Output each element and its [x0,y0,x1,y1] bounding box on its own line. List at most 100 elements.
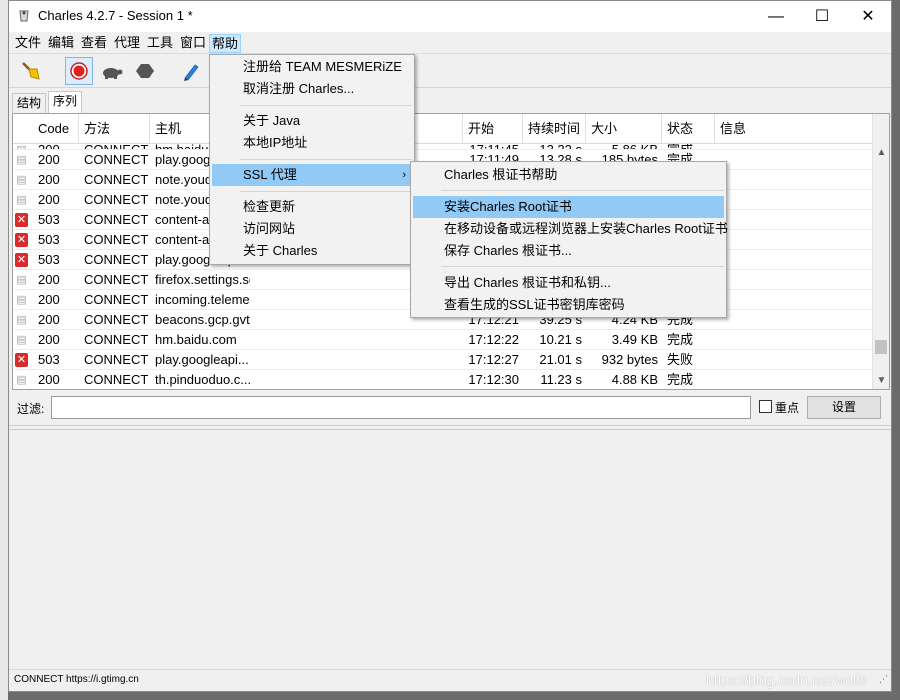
menu-edit[interactable]: 编辑 [46,34,76,53]
focus-checkbox-label[interactable]: 重点 [775,399,799,416]
menu-item-install-root-cert-mobile[interactable]: 在移动设备或远程浏览器上安装Charles Root证书 [413,218,728,240]
column-header-info[interactable]: 信息 [715,114,872,144]
cell-host: firefox.settings.services.mozilla.com [155,272,250,287]
resize-grip-icon[interactable]: ⋰ [879,674,888,685]
cell-status: 完成 [667,372,694,387]
error-status-icon: ✕ [15,253,28,267]
menu-item-unregister[interactable]: 取消注册 Charles... [212,78,412,100]
menu-item-save-root-cert[interactable]: 保存 Charles 根证书... [413,240,724,262]
cell-start: 17:12:30 [468,372,519,387]
menu-item-local-ip[interactable]: 本地IP地址 [212,132,412,154]
submenu-arrow-icon: › [402,169,406,181]
close-button[interactable]: ✕ [845,1,891,32]
column-header-status[interactable]: 状态 [662,114,715,144]
filter-settings-button[interactable]: 设置 [807,396,881,419]
cell-code: 200 [38,312,60,327]
column-header-size[interactable]: 大小 [586,114,662,144]
menu-proxy[interactable]: 代理 [112,34,142,53]
menu-item-ssl-proxying[interactable]: SSL 代理 › [212,164,412,186]
cell-method: CONNECT [84,232,149,247]
minimize-button[interactable]: — [753,1,799,32]
detail-panel [9,429,891,667]
menu-item-registered-to[interactable]: 注册给 TEAM MESMERiZE [212,56,412,78]
cell-start: 17:12:22 [468,332,519,347]
tab-sequence[interactable]: 序列 [48,91,82,113]
filter-bar: 过滤: 重点 设置 [9,392,891,426]
menu-item-export-root-cert-key[interactable]: 导出 Charles 根证书和私钥... [413,272,724,294]
scroll-down-arrow-icon[interactable]: ▼ [873,372,889,389]
menu-window[interactable]: 窗口 [178,34,208,53]
cell-code: 503 [38,352,60,367]
cell-duration: 10.21 s [539,332,582,347]
status-text: CONNECT https://i.gtimg.cn [14,674,139,685]
throttle-turtle-icon[interactable] [97,57,125,85]
menu-item-view-keystore-password[interactable]: 查看生成的SSL证书密钥库密码 [413,294,724,316]
cell-code: 200 [38,372,60,387]
cell-method: CONNECT [84,352,149,367]
menu-item-about-charles[interactable]: 关于 Charles [212,240,412,262]
cell-size: 932 bytes [601,352,658,367]
tab-structure[interactable]: 结构 [12,93,46,113]
menu-separator [441,190,724,191]
cell-status: 失败 [667,352,694,367]
lock-status-icon: ▤ [16,294,27,306]
filter-input[interactable] [51,396,751,419]
toolbar [9,54,891,88]
menu-item-root-cert-help[interactable]: Charles 根证书帮助 [413,164,724,186]
table-row[interactable]: ▤ 200 CONNECT th.pinduoduo.c... 17:12:30 11.2… [13,370,872,389]
column-header-start[interactable]: 开始 [463,114,523,144]
lock-status-icon: ▤ [16,374,27,386]
menu-item-check-updates[interactable]: 检查更新 [212,196,412,218]
cell-duration: 11.23 s [540,372,582,387]
cell-code: 503 [38,212,60,227]
menu-item-install-root-cert[interactable]: 安装Charles Root证书 [413,196,724,218]
menu-item-about-java[interactable]: 关于 Java [212,110,412,132]
error-status-icon: ✕ [15,353,28,367]
table-row[interactable]: ▤ 200 CONNECT hm.baidu.com 17:12:22 10.21 s 3.… [13,330,872,350]
compose-pen-icon[interactable] [177,57,205,85]
cell-size: 3.49 KB [611,332,658,347]
table-vertical-scrollbar[interactable]: ▲ ▼ [872,114,889,389]
cell-method: CONNECT [84,212,149,227]
cell-status: 完成 [667,332,694,347]
menu-separator [240,191,412,192]
breakpoint-hexagon-icon[interactable] [131,57,159,85]
column-header-duration[interactable]: 持续时间 [523,114,586,144]
column-header-method[interactable]: 方法 [79,114,150,144]
broom-icon[interactable] [17,57,45,85]
cell-code: 200 [38,152,60,167]
table-row[interactable]: ✕ 503 CONNECT play.googleapi... 17:12:27 21.0… [13,350,872,370]
cell-code: 200 [38,292,60,307]
cell-host: beacons.gcp.gvt2.com [155,312,250,327]
cell-host: incoming.telemetry.mozilla.org [155,292,250,307]
error-status-icon: ✕ [15,213,28,227]
cell-code: 503 [38,252,60,267]
focus-checkbox[interactable] [759,400,772,413]
background-window-strip [0,0,8,700]
scroll-up-arrow-icon[interactable]: ▲ [873,144,889,161]
cell-code: 200 [38,272,60,287]
column-header-code[interactable]: Code [33,114,79,144]
cell-method: CONNECT [84,332,149,347]
cell-method: CONNECT [84,272,149,287]
cell-method: CONNECT [84,292,149,307]
help-menu: 注册给 TEAM MESMERiZE 取消注册 Charles... 关于 Ja… [209,54,415,265]
menu-file[interactable]: 文件 [13,34,43,53]
menu-tools[interactable]: 工具 [145,34,175,53]
ssl-proxying-submenu: Charles 根证书帮助 安装Charles Root证书 在移动设备或远程浏… [410,161,728,318]
title-bar: Charles 4.2.7 - Session 1 * — ☐ ✕ [9,1,891,32]
record-icon[interactable] [65,57,93,85]
lock-status-icon: ▤ [16,154,27,166]
menu-bar: 文件 编辑 查看 代理 工具 窗口 帮助 [9,32,891,54]
table-header: Code 方法 主机 开始 持续时间 大小 状态 信息 [13,114,872,144]
menu-help[interactable]: 帮助 [209,34,242,53]
menu-item-visit-website[interactable]: 访问网站 [212,218,412,240]
maximize-button[interactable]: ☐ [799,1,845,32]
cell-host: play.googleapi... [155,352,249,367]
lock-status-icon: ▤ [16,334,27,346]
cell-size: 4.88 KB [611,372,658,387]
window-title: Charles 4.2.7 - Session 1 * [38,8,193,23]
watermark-text: https://blog.csdn.net/wolfs [705,672,867,688]
scroll-thumb[interactable] [875,340,887,354]
menu-view[interactable]: 查看 [79,34,109,53]
